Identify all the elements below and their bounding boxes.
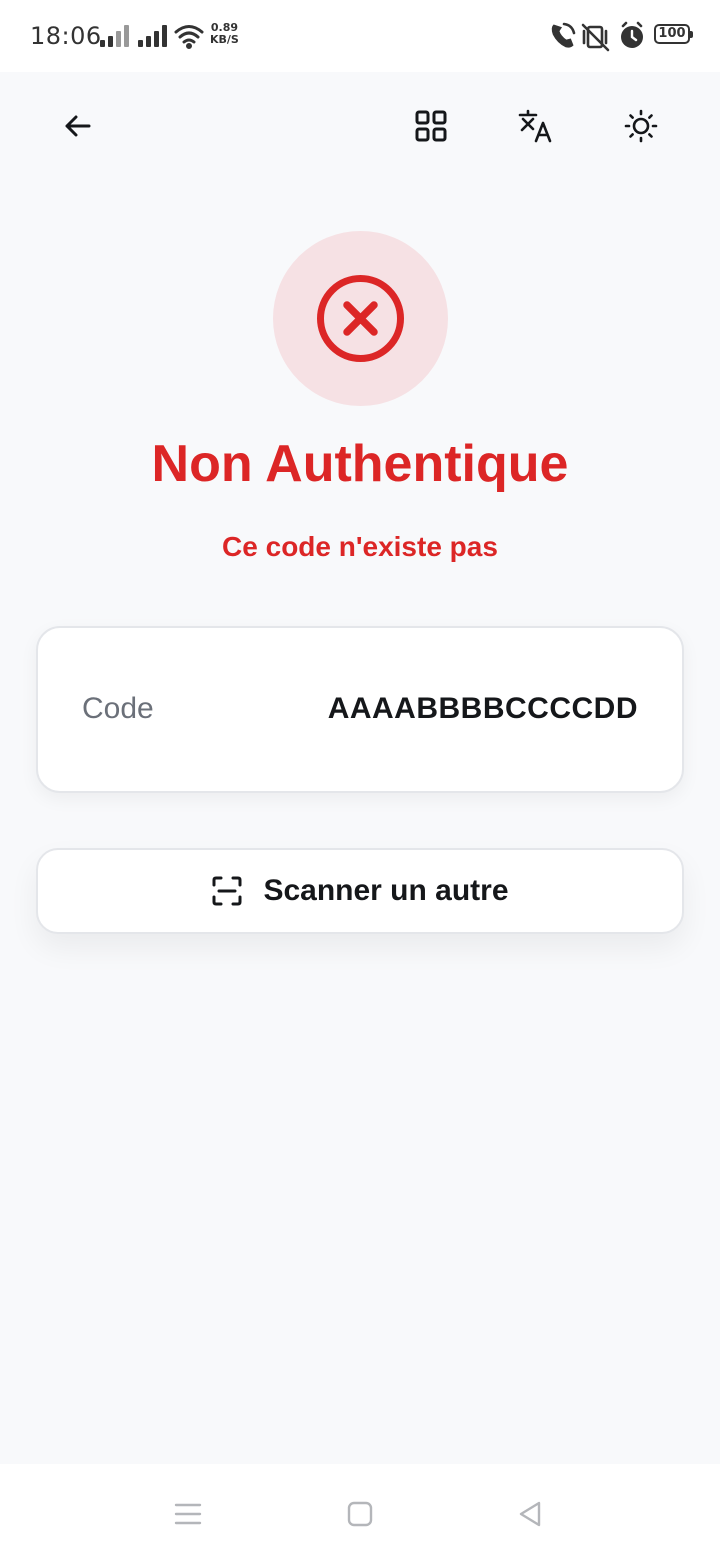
result-title: Non Authentique xyxy=(151,435,569,493)
net-speed-unit: KB/S xyxy=(210,33,239,46)
alarm-icon xyxy=(621,21,643,48)
battery-icon: 100 xyxy=(654,24,693,44)
nav-menu-button[interactable] xyxy=(168,1494,208,1534)
signal-1-icon xyxy=(100,25,129,47)
x-circle-icon xyxy=(317,275,404,362)
menu-icon xyxy=(174,1503,202,1525)
code-label: Code xyxy=(82,692,154,725)
square-icon xyxy=(347,1501,373,1527)
signal-2-icon xyxy=(138,25,167,47)
signal-icons xyxy=(100,25,204,49)
call-icon xyxy=(551,22,576,48)
status-time: 18:06 xyxy=(30,22,102,50)
vibrate-off-icon xyxy=(581,23,610,52)
system-nav-bar xyxy=(0,1464,720,1560)
grid-icon xyxy=(415,110,447,142)
result-message: Ce code n'existe pas xyxy=(222,531,498,562)
qr-menu-button[interactable] xyxy=(401,96,461,156)
arrow-left-icon xyxy=(65,115,91,137)
net-speed: 0.89 KB/S xyxy=(210,22,239,46)
language-button[interactable] xyxy=(506,96,566,156)
scan-another-label: Scanner un autre xyxy=(263,874,509,907)
scan-icon xyxy=(211,875,243,907)
scan-another-button[interactable]: Scanner un autre xyxy=(36,848,684,934)
code-value: AAAABBBBCCCCDD xyxy=(327,692,638,725)
back-button[interactable] xyxy=(48,96,108,156)
status-right-icons xyxy=(551,21,643,52)
code-card: Code AAAABBBBCCCCDD xyxy=(36,626,684,793)
translate-icon xyxy=(518,109,552,143)
nav-back-button[interactable] xyxy=(510,1494,550,1534)
triangle-back-icon xyxy=(519,1501,541,1527)
theme-toggle-button[interactable] xyxy=(611,96,671,156)
nav-home-button[interactable] xyxy=(340,1494,380,1534)
sun-icon xyxy=(624,109,658,143)
result-icon-circle xyxy=(273,231,448,406)
wifi-icon xyxy=(174,25,204,49)
status-bar: 18:06 0.89 KB/S 100 xyxy=(0,0,720,72)
